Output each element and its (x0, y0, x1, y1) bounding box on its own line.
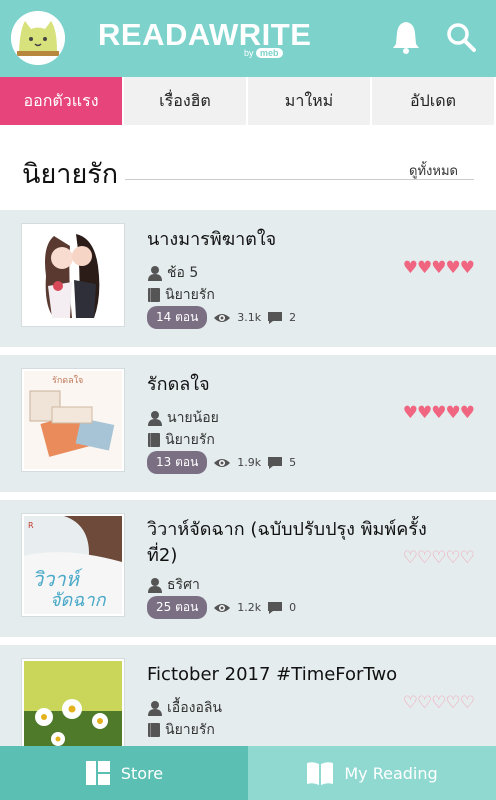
book-cover[interactable]: รักดลใจ (22, 369, 124, 471)
section-title: นิยายรัก (22, 159, 119, 190)
book-icon (148, 288, 160, 302)
book-author: นายน้อย (167, 410, 219, 426)
author-row: เอื้องอลิน (147, 697, 222, 719)
comment-icon (268, 311, 283, 324)
tab-popular[interactable]: เรื่องฮิต (124, 77, 248, 127)
my-reading-tab-button[interactable]: My Reading (248, 746, 496, 800)
search-icon[interactable] (446, 22, 476, 52)
logo-byline: by meb (244, 48, 283, 58)
book-title[interactable]: วิวาห์จัดฉาก (ฉบับปรับปรุง พิมพ์ครั้งที่… (147, 517, 437, 569)
category-row: นิยายรัก (147, 429, 215, 451)
byline-prefix: by (244, 48, 254, 58)
top-bar: READAWRITE by meb (0, 0, 496, 77)
book-cover[interactable] (22, 224, 124, 326)
bell-icon[interactable] (392, 20, 420, 54)
book-icon (148, 723, 160, 737)
book-category: นิยายรัก (165, 287, 215, 303)
svg-text:รักดลใจ: รักดลใจ (52, 375, 83, 386)
books-stack-cover-image: รักดลใจ (24, 371, 122, 469)
comment-icon (268, 601, 283, 614)
tab-hot-start[interactable]: ออกตัวแรง (0, 77, 124, 127)
anime-couple-cover-image (24, 226, 122, 324)
heart-icon: ♥♥♥♥♥ (402, 258, 475, 278)
view-count: 3.1k (237, 311, 262, 324)
rating-hearts: ♥♥♥♥♥ (402, 403, 475, 423)
episode-count-badge: 14 ตอน (147, 306, 208, 329)
comment-count: 2 (289, 311, 297, 324)
view-count: 1.2k (237, 601, 262, 614)
svg-text:วิวาห์: วิวาห์ (32, 567, 83, 591)
category-row: นิยายรัก (147, 719, 215, 741)
book-cover[interactable]: วิวาห์ จัดฉาก R (22, 514, 124, 616)
bride-cover-image: วิวาห์ จัดฉาก R (24, 516, 122, 614)
see-all-link[interactable]: ดูทั้งหมด (409, 160, 458, 181)
heart-outline-icon: ♡♡♡♡♡ (402, 548, 475, 568)
author-row: ช้อ 5 (147, 262, 198, 284)
my-reading-label: My Reading (344, 763, 438, 783)
store-tab-button[interactable]: Store (0, 746, 248, 800)
author-row: ธริศา (147, 574, 200, 596)
book-title[interactable]: รักดลใจ (147, 372, 437, 398)
rating-hearts: ♡♡♡♡♡ (402, 693, 475, 713)
book-card[interactable]: นางมารพิฆาตใจ ช้อ 5 นิยายรัก 14 ตอน 3.1k… (0, 210, 496, 355)
svg-text:R: R (28, 521, 34, 530)
book-author: เอื้องอลิน (167, 700, 222, 716)
person-icon (148, 701, 162, 716)
view-count: 1.9k (237, 456, 262, 469)
book-author: ช้อ 5 (167, 265, 199, 281)
person-icon (148, 578, 162, 593)
stats-row: 14 ตอน 3.1k 2 (147, 306, 296, 329)
category-row: นิยายรัก (147, 284, 215, 306)
svg-text:จัดฉาก: จัดฉาก (50, 590, 107, 611)
eye-icon (214, 603, 231, 612)
store-grid-icon (85, 761, 110, 785)
store-label: Store (120, 763, 164, 783)
book-icon (148, 433, 160, 447)
eye-icon (214, 458, 231, 467)
tab-updated[interactable]: อัปเดต (372, 77, 496, 127)
book-card[interactable]: รักดลใจ รักดลใจ นายน้อย นิยายรัก 13 ตอน … (0, 355, 496, 500)
book-title[interactable]: นางมารพิฆาตใจ (147, 227, 437, 253)
person-icon (148, 411, 162, 426)
heart-outline-icon: ♡♡♡♡♡ (402, 693, 475, 713)
byline-brand: meb (256, 48, 283, 58)
rating-hearts: ♡♡♡♡♡ (402, 548, 475, 568)
episode-count-badge: 25 ตอน (147, 596, 208, 619)
episode-count-badge: 13 ตอน (147, 451, 208, 474)
book-author: ธริศา (167, 577, 200, 593)
stats-row: 13 ตอน 1.9k 5 (147, 451, 296, 474)
comment-icon (268, 456, 283, 469)
stats-row: 25 ตอน 1.2k 0 (147, 596, 296, 619)
comment-count: 0 (289, 601, 297, 614)
author-row: นายน้อย (147, 407, 219, 429)
section-header: นิยายรัก ดูทั้งหมด (0, 127, 496, 210)
bottom-nav: Store My Reading (0, 746, 496, 800)
category-tabs: ออกตัวแรง เรื่องฮิต มาใหม่ อัปเดต (0, 77, 496, 127)
eye-icon (214, 313, 231, 322)
open-book-icon (307, 762, 334, 785)
book-list: นางมารพิฆาตใจ ช้อ 5 นิยายรัก 14 ตอน 3.1k… (0, 210, 496, 790)
daisy-cover-image (24, 661, 122, 759)
tab-new[interactable]: มาใหม่ (248, 77, 372, 127)
heart-icon: ♥♥♥♥♥ (402, 403, 475, 423)
cat-mascot-icon (11, 11, 65, 65)
book-card[interactable]: วิวาห์ จัดฉาก R วิวาห์จัดฉาก (ฉบับปรับปร… (0, 500, 496, 645)
book-title[interactable]: Fictober 2017 #TimeForTwo (147, 662, 437, 688)
rating-hearts: ♥♥♥♥♥ (402, 258, 475, 278)
book-category: นิยายรัก (165, 432, 215, 448)
comment-count: 5 (289, 456, 297, 469)
avatar[interactable] (11, 11, 65, 65)
book-category: นิยายรัก (165, 722, 215, 738)
person-icon (148, 266, 162, 281)
